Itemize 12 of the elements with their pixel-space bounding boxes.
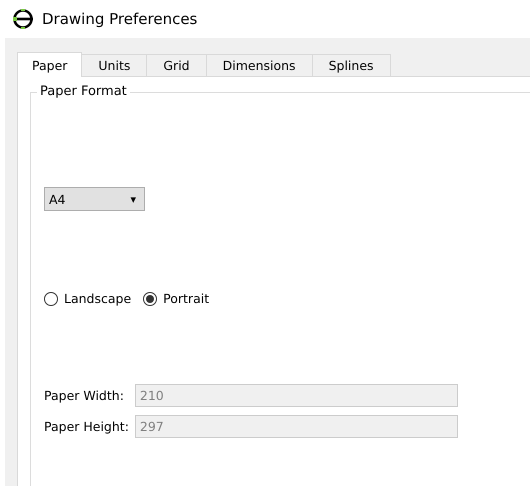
tab[interactable]: Paper xyxy=(17,52,82,77)
format-dropdown[interactable]: A4 ▾ xyxy=(44,187,145,211)
radio-option[interactable]: Landscape xyxy=(44,291,132,306)
window-title: Drawing Preferences xyxy=(42,10,198,28)
app-icon xyxy=(12,8,34,30)
tab[interactable]: Splines xyxy=(312,54,391,76)
radio-option[interactable]: Portrait xyxy=(143,291,210,306)
field-label: Paper Height: xyxy=(44,419,129,434)
group-title: Paper Format xyxy=(37,84,130,99)
field-label: Paper Width: xyxy=(44,388,125,403)
radio-icon[interactable] xyxy=(143,292,158,306)
radio-icon[interactable] xyxy=(44,292,58,306)
